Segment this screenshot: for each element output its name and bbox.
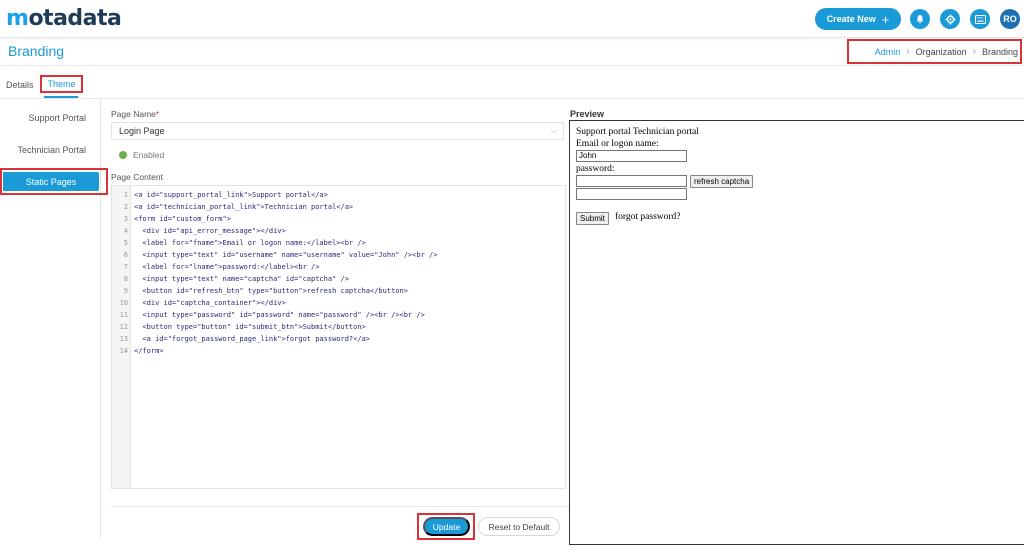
line-number: 3: [123, 215, 128, 223]
update-button[interactable]: Update: [423, 517, 470, 536]
code-text: <label for="fname">Email or logon name:<…: [134, 239, 366, 247]
motadata-logo[interactable]: motadata: [6, 6, 122, 31]
code-text: <a id="technician_portal_link">Technicia…: [134, 203, 354, 211]
preview-captcha-input[interactable]: [576, 175, 687, 187]
preview-forgot-password-link[interactable]: forgot password?: [615, 212, 681, 222]
code-line: 7 <label for="lname">password:</label><b…: [112, 261, 567, 273]
chevron-right-icon: ›: [972, 46, 976, 57]
code-line: 11 <input type="password" id="password" …: [112, 309, 567, 321]
breadcrumb: Admin › Organization › Branding: [847, 39, 1022, 64]
breadcrumb-admin[interactable]: Admin: [875, 47, 901, 57]
preview-pane: Support portal Technician portal Email o…: [569, 120, 1024, 545]
breadcrumb-branding: Branding: [981, 46, 1018, 57]
line-number: 7: [123, 263, 128, 271]
code-text: <input type="text" name="captcha" id="ca…: [134, 275, 349, 283]
page-name-value: Login Page: [119, 126, 165, 136]
user-avatar[interactable]: RO: [1000, 9, 1020, 29]
preview-password-label: password:: [576, 164, 615, 174]
line-number: 8: [123, 275, 128, 283]
code-line: 4 <div id="api_error_message"></div>: [112, 225, 567, 237]
page-name-select[interactable]: Login Page ⌵: [111, 122, 564, 140]
code-text: <a id="support_portal_link">Support port…: [134, 191, 328, 199]
plus-icon: +: [881, 11, 890, 27]
line-number: 12: [119, 323, 128, 331]
page-name-label: Page Name*: [111, 109, 160, 119]
code-text: <a id="forgot_password_page_link">forgot…: [134, 335, 371, 343]
preview-email-label: Email or logon name:: [576, 139, 659, 149]
tabs-divider: [0, 98, 1024, 99]
preview-password-input[interactable]: [576, 188, 687, 200]
create-new-label: Create New: [826, 14, 876, 24]
line-number: 9: [123, 287, 128, 295]
code-text: <input type="text" id="username" name="u…: [134, 251, 438, 259]
notification-bell-icon[interactable]: [910, 9, 930, 29]
code-text: <div id="captcha_container"></div>: [134, 299, 286, 307]
line-number: 10: [119, 299, 128, 307]
code-text: <input type="password" id="password" nam…: [134, 311, 425, 319]
code-lines: 1 <a id="support_portal_link">Support por…: [112, 189, 567, 357]
line-number: 14: [119, 347, 128, 355]
tab-theme-label: Theme: [47, 79, 76, 89]
line-number: 6: [123, 251, 128, 259]
preview-submit-button[interactable]: Submit: [576, 212, 609, 225]
page-title: Branding: [8, 43, 65, 59]
preview-title: Preview: [570, 109, 605, 119]
preview-refresh-captcha-button[interactable]: refresh captcha: [690, 175, 754, 188]
enabled-toggle[interactable]: [119, 151, 127, 159]
nav-item-support-portal[interactable]: Support Portal: [0, 113, 101, 123]
settings-gear-icon[interactable]: [940, 9, 960, 29]
keyboard-icon[interactable]: [970, 9, 990, 29]
code-line: 13 <a id="forgot_password_page_link">for…: [112, 333, 567, 345]
code-line: 8 <input type="text" name="captcha" id="…: [112, 273, 567, 285]
code-text: <button type="button" id="submit_btn">Su…: [134, 323, 366, 331]
line-number: 13: [119, 335, 128, 343]
nav-item-technician-portal[interactable]: Technician Portal: [0, 145, 101, 155]
code-line: 14 </form>: [112, 345, 567, 357]
line-number: 1: [123, 191, 128, 199]
code-line: 9 <button id="refresh_btn" type="button"…: [112, 285, 567, 297]
top-bar: motadata Create New + RO: [0, 0, 1024, 38]
line-number: 11: [119, 311, 128, 319]
enabled-label: Enabled: [133, 150, 165, 160]
nav-item-static-pages[interactable]: Static Pages: [3, 172, 99, 191]
preview-portal-links[interactable]: Support portal Technician portal: [576, 127, 699, 137]
line-number: 2: [123, 203, 128, 211]
code-line: 12 <button type="button" id="submit_btn"…: [112, 321, 567, 333]
code-line: 5 <label for="fname">Email or logon name…: [112, 237, 567, 249]
code-text: <div id="api_error_message"></div>: [134, 227, 286, 235]
tab-theme[interactable]: Theme: [40, 75, 83, 93]
chevron-right-icon: ›: [906, 46, 910, 57]
nav-item-static-pages-label: Static Pages: [25, 176, 77, 187]
code-text: <label for="lname">password:</label><br …: [134, 263, 320, 271]
reset-to-default-button[interactable]: Reset to Default: [478, 517, 560, 536]
code-editor[interactable]: 1 <a id="support_portal_link">Support por…: [111, 185, 566, 489]
code-text: </form>: [134, 347, 164, 355]
page-content-label: Page Content: [111, 172, 163, 182]
breadcrumb-organization[interactable]: Organization: [916, 47, 967, 57]
line-number: 4: [123, 227, 128, 235]
tab-details[interactable]: Details: [6, 80, 34, 90]
header-divider: [0, 65, 1024, 66]
form-footer-divider: [111, 506, 571, 507]
line-number: 5: [123, 239, 128, 247]
code-line: 2 <a id="technician_portal_link">Technici…: [112, 201, 567, 213]
chevron-down-icon: ⌵: [550, 126, 557, 135]
preview-username-input[interactable]: John: [576, 150, 687, 162]
left-nav: Support Portal Technician Portal: [0, 99, 101, 539]
code-text: <form id="custom_form">: [134, 215, 231, 223]
create-new-button[interactable]: Create New +: [815, 8, 901, 30]
code-text: <button id="refresh_btn" type="button">r…: [134, 287, 408, 295]
code-line: 6 <input type="text" id="username" name=…: [112, 249, 567, 261]
code-line: 1 <a id="support_portal_link">Support por…: [112, 189, 567, 201]
code-line: 10 <div id="captcha_container"></div>: [112, 297, 567, 309]
code-line: 3 <form id="custom_form">: [112, 213, 567, 225]
